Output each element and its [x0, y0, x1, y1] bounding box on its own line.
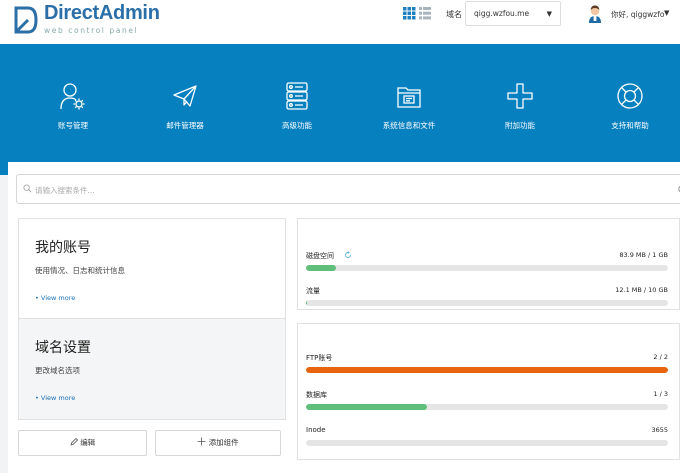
my-account-card[interactable]: 我的账号 使用情况、日志和统计信息 • View more	[19, 219, 285, 319]
card-title: 域名设置	[35, 340, 91, 356]
directadmin-logo[interactable]: DirectAdmin web control panel	[14, 2, 160, 42]
stat-name: 数据库	[306, 391, 327, 399]
main-content: 请输入搜索条件... 我的账号 使用情况、日志和统计信息 • View more…	[8, 162, 680, 473]
add-widget-button[interactable]: 添加组件	[155, 430, 281, 456]
inode-stat[interactable]: Inode 3655	[306, 426, 668, 456]
top-bar: DirectAdmin web control panel 域名 qigg.wz…	[0, 0, 680, 44]
card-description: 更改域名选项	[35, 366, 80, 375]
logo-text: DirectAdmin	[44, 2, 160, 24]
search-bar[interactable]: 请输入搜索条件...	[16, 174, 680, 204]
usage-stats-panel: 磁盘空间 83.9 MB / 1 GB 流量 12.1 MB / 10 GB	[297, 218, 680, 310]
add-widget-button-label: 添加组件	[208, 438, 239, 447]
nav-item-account[interactable]: 账号管理	[18, 81, 128, 131]
ftp-progress-fill	[306, 367, 668, 373]
progress-track	[306, 367, 668, 373]
nav-item-mail[interactable]: 邮件管理器	[130, 81, 240, 131]
card-title: 我的账号	[35, 240, 91, 256]
resource-stats-panel: FTP账号 2 / 2 数据库 1 / 3 Inode 3655	[297, 323, 680, 460]
bandwidth-usage-stat[interactable]: 流量 12.1 MB / 10 GB	[306, 286, 668, 316]
disk-progress-fill	[306, 265, 336, 271]
paper-plane-icon	[173, 85, 197, 107]
nav-label: 系统信息和文件	[382, 121, 436, 130]
search-icon	[23, 184, 32, 193]
nav-label: 附加功能	[505, 121, 535, 130]
user-gear-icon	[60, 83, 85, 110]
folder-icon	[397, 87, 421, 108]
progress-track	[306, 440, 668, 446]
stat-value: 12.1 MB / 10 GB	[615, 286, 668, 294]
nav-label: 支持和帮助	[611, 121, 649, 130]
domain-select[interactable]: qigg.wzfou.me ▼	[465, 1, 561, 26]
caret-down-icon: ▼	[546, 10, 552, 18]
logo-subtitle: web control panel	[44, 26, 139, 35]
ftp-accounts-stat[interactable]: FTP账号 2 / 2	[306, 353, 668, 383]
stat-name: 磁盘空间	[306, 252, 334, 260]
nav-item-extra[interactable]: 附加功能	[465, 81, 575, 131]
directadmin-logo-mark	[14, 6, 38, 34]
hero-navigation: 账号管理 邮件管理器 高级功能 系统信息和文件 附加功能 支持和帮助	[0, 44, 680, 175]
stat-value: 1 / 3	[653, 390, 668, 398]
pencil-icon	[70, 437, 78, 446]
plus-icon	[507, 83, 533, 109]
domain-settings-card[interactable]: 域名设置 更改域名选项 • View more	[19, 319, 285, 419]
domain-label: 域名	[446, 10, 462, 19]
plus-small-icon	[197, 437, 206, 446]
avatar[interactable]	[586, 3, 604, 23]
stat-name: 流量	[306, 287, 320, 295]
lifebuoy-icon	[617, 83, 643, 109]
edit-button[interactable]: 编辑	[18, 430, 147, 456]
user-greeting[interactable]: 你好, qiggwzfo	[611, 9, 664, 20]
database-stat[interactable]: 数据库 1 / 3	[306, 390, 668, 420]
db-progress-fill	[306, 404, 427, 410]
nav-label: 高级功能	[282, 121, 312, 130]
view-more-link[interactable]: • View more	[35, 294, 75, 302]
progress-track	[306, 265, 668, 271]
nav-item-advanced[interactable]: 高级功能	[242, 81, 352, 131]
card-description: 使用情况、日志和统计信息	[35, 266, 125, 275]
stat-value: 2 / 2	[653, 353, 668, 361]
progress-track	[306, 300, 668, 306]
stat-value: 3655	[651, 426, 668, 434]
server-icon	[286, 82, 308, 110]
disk-usage-stat[interactable]: 磁盘空间 83.9 MB / 1 GB	[306, 251, 668, 281]
user-menu-caret-icon[interactable]: ▼	[664, 9, 669, 17]
stat-name: FTP账号	[306, 354, 333, 362]
nav-item-system[interactable]: 系统信息和文件	[354, 81, 464, 131]
nav-item-support[interactable]: 支持和帮助	[575, 81, 680, 131]
stat-value: 83.9 MB / 1 GB	[619, 251, 668, 259]
domain-select-value: qigg.wzfou.me	[474, 9, 530, 18]
view-more-link[interactable]: • View more	[35, 394, 75, 402]
search-input[interactable]: 请输入搜索条件...	[35, 185, 95, 196]
edit-button-label: 编辑	[80, 438, 96, 447]
stat-name: Inode	[306, 426, 326, 434]
left-cards: 我的账号 使用情况、日志和统计信息 • View more 域名设置 更改域名选…	[18, 218, 286, 420]
progress-track	[306, 404, 668, 410]
nav-label: 邮件管理器	[166, 121, 204, 130]
nav-label: 账号管理	[58, 121, 88, 130]
grid-view-icon[interactable]	[403, 7, 431, 21]
refresh-icon[interactable]	[344, 251, 352, 259]
